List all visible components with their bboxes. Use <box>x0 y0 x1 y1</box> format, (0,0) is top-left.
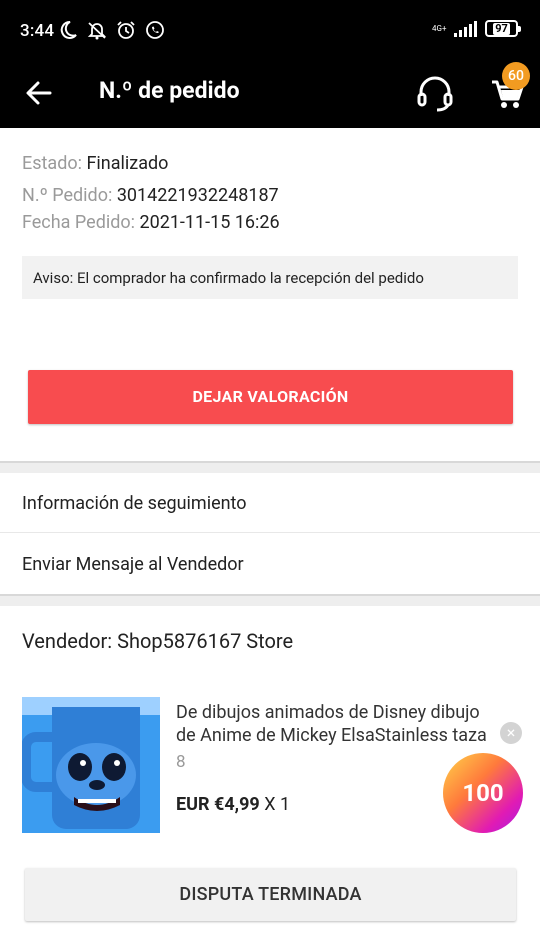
app-bar: N.º de pedido 60 <box>0 58 540 128</box>
status-bar: 3:44 4G+ 97 <box>0 0 540 58</box>
product-title-line1: De dibujos animados de Disney dibujo <box>176 702 480 723</box>
order-number-value: 3014221932248187 <box>116 185 279 206</box>
product-price-row: EUR €4,99 X 1 <box>176 794 290 815</box>
section-divider <box>0 461 540 473</box>
battery-level: 97 <box>493 21 510 35</box>
product-quantity: X 1 <box>264 794 291 815</box>
bell-off-icon <box>87 20 107 40</box>
dispute-finished-button[interactable]: DISPUTA TERMINADA <box>25 868 516 921</box>
order-status-value: Finalizado <box>86 153 169 174</box>
seller-name[interactable]: Vendedor: Shop5876167 Store <box>22 629 293 653</box>
message-seller-label: Enviar Mensaje al Vendedor <box>22 554 244 575</box>
product-title[interactable]: De dibujos animados de Disney dibujo de … <box>176 701 516 747</box>
product-variant: 8 <box>176 752 186 772</box>
tracking-info-label: Información de seguimiento <box>22 493 247 514</box>
battery-icon: 97 <box>485 20 521 37</box>
order-notice: Aviso: El comprador ha confirmado la rec… <box>22 256 518 299</box>
product-image[interactable] <box>22 697 160 833</box>
tracking-info-link[interactable]: Información de seguimiento <box>0 473 540 533</box>
order-date-row: Fecha Pedido: 2021-11-15 16:26 <box>22 212 280 233</box>
order-info-section: Estado: Finalizado N.º Pedido: 301422193… <box>0 128 540 461</box>
order-date-label: Fecha Pedido: <box>22 212 135 233</box>
status-right: 4G+ 97 <box>432 20 521 37</box>
order-number-label: N.º Pedido: <box>22 185 113 206</box>
signal-icon <box>454 20 477 37</box>
status-icons <box>58 20 165 40</box>
whatsapp-icon <box>145 20 165 40</box>
close-icon[interactable]: × <box>500 722 522 744</box>
alarm-icon <box>116 20 136 40</box>
back-arrow-icon[interactable] <box>22 76 56 110</box>
order-status-row: Estado: Finalizado <box>22 153 168 174</box>
order-date-value: 2021-11-15 16:26 <box>139 212 280 233</box>
moon-icon <box>58 20 78 40</box>
order-number-row: N.º Pedido: 3014221932248187 <box>22 185 279 206</box>
section-divider <box>0 594 540 606</box>
headset-support-icon[interactable] <box>414 72 456 114</box>
status-time: 3:44 <box>20 21 55 41</box>
product-price: EUR €4,99 <box>176 794 260 815</box>
cart-count-badge: 60 <box>502 62 530 90</box>
product-title-line2: de Anime de Mickey ElsaStainless taza <box>176 725 487 746</box>
order-status-label: Estado: <box>22 153 82 174</box>
message-seller-link[interactable]: Enviar Mensaje al Vendedor <box>0 534 540 594</box>
network-type: 4G+ <box>432 23 447 33</box>
leave-review-button[interactable]: DEJAR VALORACIÓN <box>28 370 513 424</box>
page-title: N.º de pedido <box>99 77 240 104</box>
coins-floating-button[interactable]: 100 <box>443 753 523 833</box>
